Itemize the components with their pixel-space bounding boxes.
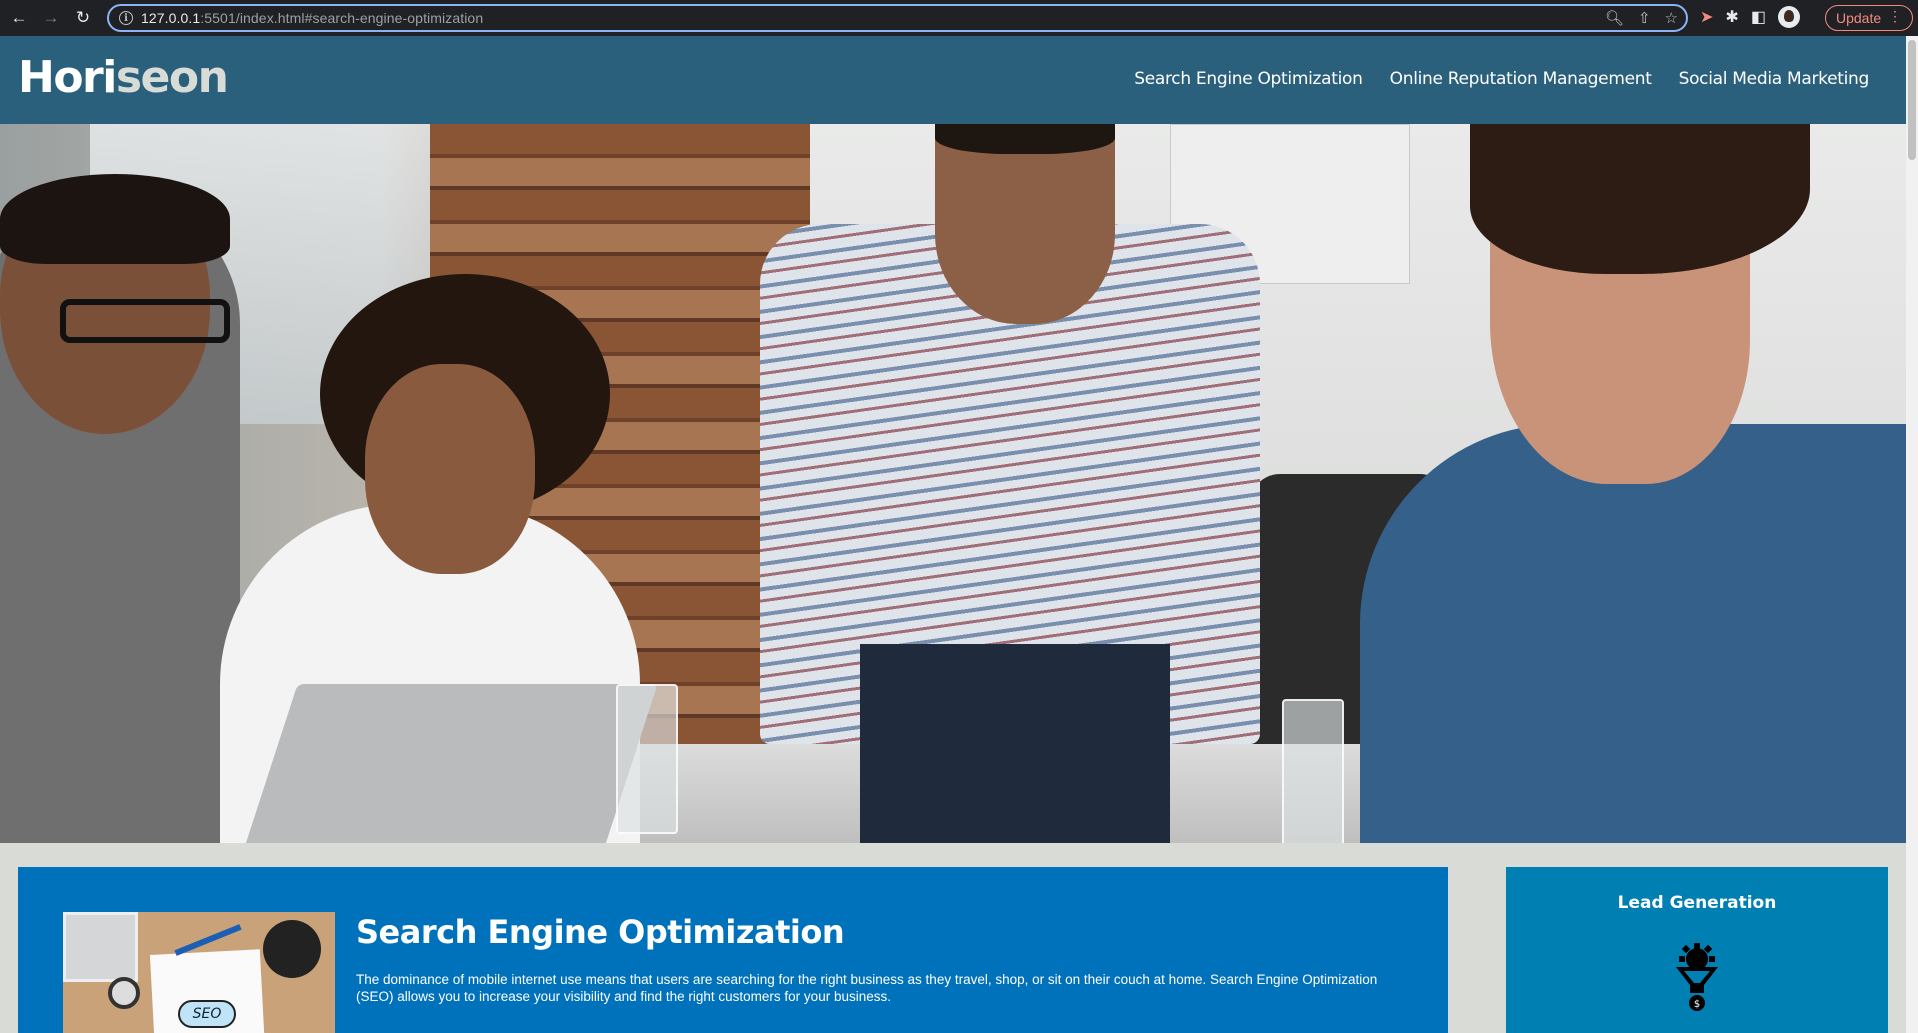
hero-person-3-hair <box>935 124 1115 154</box>
site-info-icon[interactable]: i <box>119 11 133 25</box>
page-viewport: Horiseon Search Engine Optimization Onli… <box>0 36 1906 1033</box>
seo-image-keyboard <box>63 912 138 982</box>
nav-link-reputation[interactable]: Online Reputation Management <box>1390 69 1652 89</box>
hero-person-1-hair <box>0 174 230 264</box>
address-bar[interactable]: i 127.0.0.1:5501/index.html#search-engin… <box>107 4 1688 32</box>
share-icon[interactable]: ⇧ <box>1638 9 1651 27</box>
site-header: Horiseon Search Engine Optimization Onli… <box>0 36 1906 124</box>
seo-title: Search Engine Optimization <box>356 913 845 951</box>
forward-arrow-icon[interactable]: → <box>38 5 64 31</box>
menu-dots-icon[interactable]: ⋮ <box>1888 8 1902 25</box>
seo-section: SEO Search Engine Optimization The domin… <box>18 867 1448 1033</box>
lead-generation-card: Lead Generation $ <box>1506 867 1888 1033</box>
update-button[interactable]: Update ⋮ <box>1825 5 1913 31</box>
url-text: 127.0.0.1:5501/index.html#search-engine-… <box>141 10 483 26</box>
hero-glasses <box>60 299 230 343</box>
scrollbar-thumb[interactable] <box>1908 40 1916 160</box>
url-path: :5501/index.html#search-engine-optimizat… <box>200 10 484 26</box>
hero-person-2-head <box>365 364 535 574</box>
seo-image-label: SEO <box>178 1000 236 1028</box>
url-host: 127.0.0.1 <box>141 10 201 26</box>
main-nav: Search Engine Optimization Online Reputa… <box>1134 69 1869 89</box>
reload-icon[interactable]: ↻ <box>70 5 96 31</box>
profile-avatar[interactable] <box>1777 6 1800 28</box>
hero-person-4-body <box>1360 424 1906 843</box>
update-label: Update <box>1836 10 1882 26</box>
hero-image <box>0 124 1906 843</box>
hero-water-glass-1 <box>616 684 678 834</box>
extension-icon[interactable]: ➤ <box>1700 7 1713 27</box>
bookmark-star-icon[interactable]: ☆ <box>1665 9 1678 27</box>
svg-text:$: $ <box>1694 999 1700 1010</box>
zoom-icon[interactable]: 🔍︎ <box>1605 9 1624 27</box>
lead-generation-title: Lead Generation <box>1617 893 1777 913</box>
page-scrollbar[interactable] <box>1906 36 1918 1033</box>
hero-water-glass-2 <box>1282 699 1344 843</box>
seo-image-magnifier <box>108 977 140 1009</box>
logo-part-1: Hori <box>18 52 117 103</box>
back-arrow-icon[interactable]: ← <box>6 5 32 31</box>
funnel-icon: $ <box>1676 943 1718 1011</box>
hero-person-3-pants <box>860 644 1170 843</box>
seo-text: The dominance of mobile internet use mea… <box>356 972 1378 1004</box>
nav-link-social-media[interactable]: Social Media Marketing <box>1679 69 1870 89</box>
hero-laptop <box>242 684 658 843</box>
nav-link-seo[interactable]: Search Engine Optimization <box>1134 69 1363 89</box>
hero-person-3-head <box>935 124 1115 324</box>
browser-toolbar: ← → ↻ i 127.0.0.1:5501/index.html#search… <box>0 0 1918 36</box>
seo-image: SEO <box>63 912 335 1033</box>
site-logo: Horiseon <box>18 52 229 103</box>
seo-image-cup <box>263 920 321 978</box>
side-panel-icon[interactable]: ◧ <box>1751 7 1766 27</box>
puzzle-icon[interactable]: ✱ <box>1725 7 1738 27</box>
logo-part-2: seon <box>115 52 229 103</box>
